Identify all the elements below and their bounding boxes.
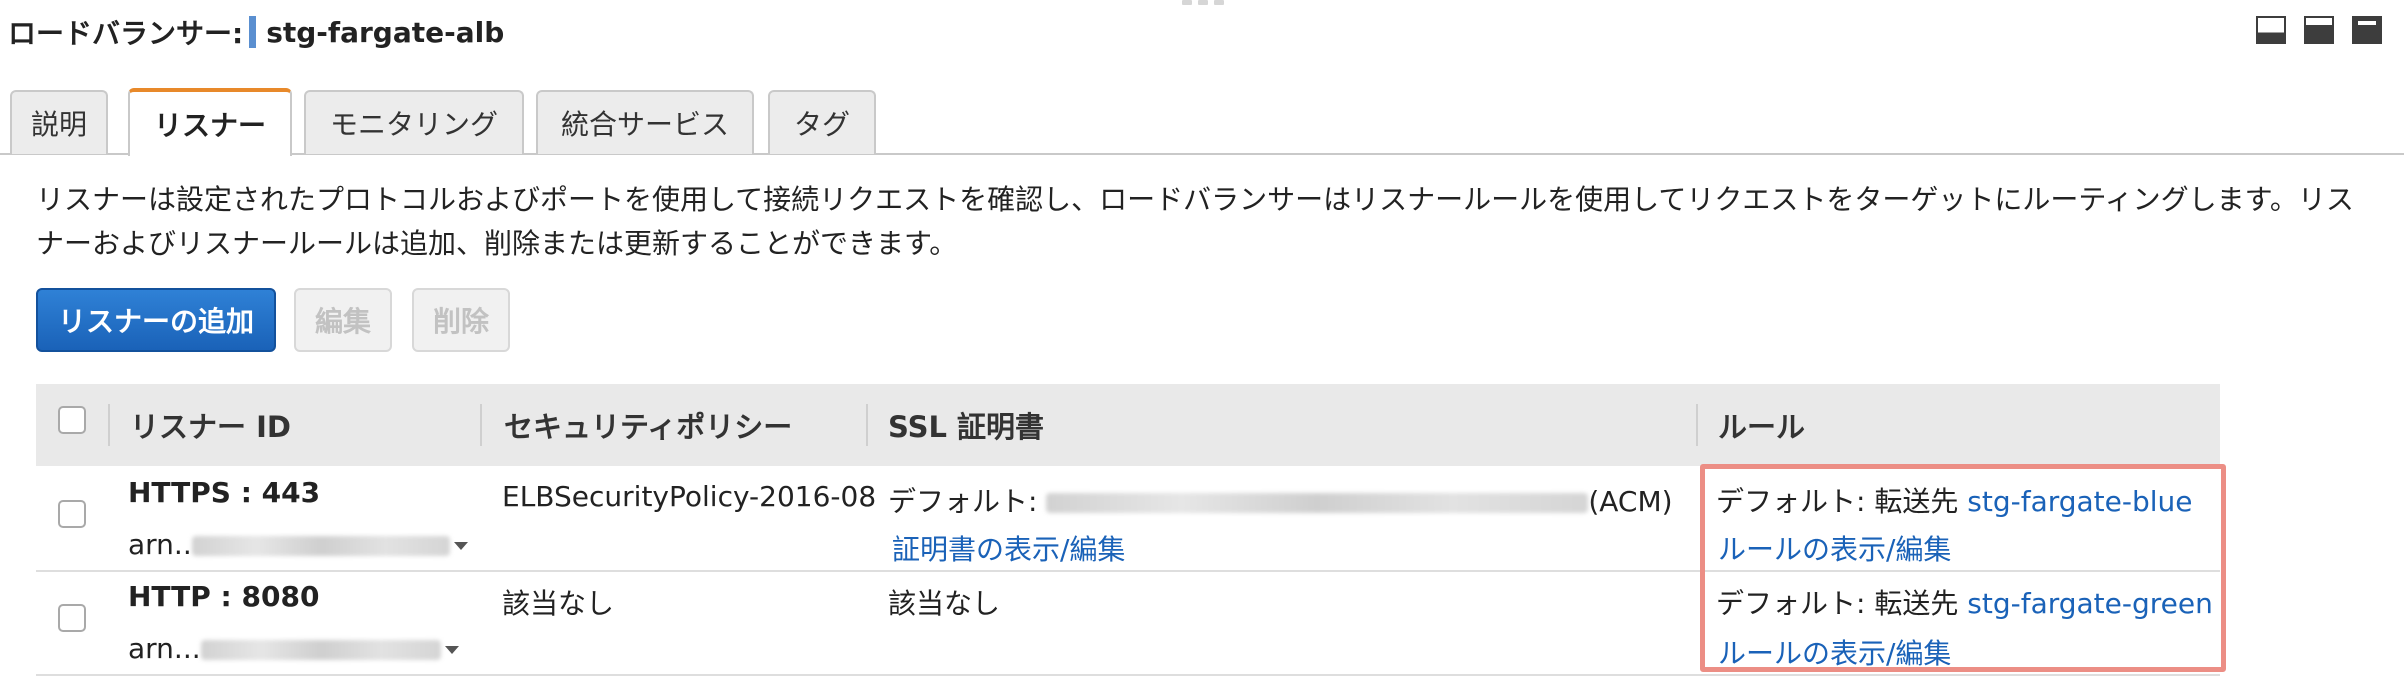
ssl-source: (ACM): [1588, 485, 1673, 518]
ssl-default-label: デフォルト:: [888, 485, 1038, 518]
tab-listeners[interactable]: リスナー: [128, 88, 292, 156]
column-separator: [866, 404, 868, 446]
rules-highlight-box: [1700, 464, 2226, 672]
tab-tags[interactable]: タグ: [768, 90, 876, 154]
load-balancer-name: stg-fargate-alb: [266, 15, 505, 49]
ssl-certificate: デフォルト: (ACM): [888, 480, 1673, 520]
row-checkbox[interactable]: [58, 604, 86, 632]
column-header-rules[interactable]: ルール: [1718, 384, 1805, 466]
security-policy: ELBSecurityPolicy-2016-08: [502, 480, 877, 513]
tab-integrated-services[interactable]: 統合サービス: [536, 90, 754, 154]
arn-prefix: arn..: [128, 528, 192, 561]
column-separator: [108, 404, 110, 446]
row-checkbox[interactable]: [58, 500, 86, 528]
column-header-listener-id[interactable]: リスナー ID: [130, 384, 291, 466]
listener-description: リスナーは設定されたプロトコルおよびポートを使用して接続リクエストを確認し、ロー…: [36, 183, 2354, 260]
column-header-ssl-certificate[interactable]: SSL 証明書: [888, 384, 1044, 466]
add-listener-button[interactable]: リスナーの追加: [36, 288, 276, 352]
ssl-certificate: 該当なし: [888, 587, 1001, 620]
arn-prefix: arn...: [128, 632, 201, 665]
name-color-bar: [249, 16, 257, 48]
listener-protocol-port: HTTP : 8080: [128, 580, 320, 613]
listener-arn: arn...: [128, 632, 459, 665]
listener-arn: arn..: [128, 528, 468, 561]
delete-button[interactable]: 削除: [412, 288, 510, 352]
panel-controls: [2256, 16, 2382, 44]
panel-resize-handle[interactable]: [1175, 0, 1231, 6]
arn-redacted: [200, 640, 441, 660]
column-separator: [1696, 404, 1698, 446]
column-header-security-policy[interactable]: セキュリティポリシー: [504, 384, 792, 466]
load-balancer-header: ロードバランサー: stg-fargate-alb: [8, 12, 504, 52]
table-header: [36, 384, 2220, 466]
chevron-down-icon[interactable]: [444, 646, 459, 654]
panel-maximize-icon[interactable]: [2352, 16, 2382, 44]
tab-description[interactable]: 説明: [10, 90, 108, 154]
panel-minimize-icon[interactable]: [2256, 16, 2286, 44]
arn-redacted: [191, 536, 450, 556]
chevron-down-icon[interactable]: [453, 542, 468, 550]
listener-protocol-port: HTTPS : 443: [128, 476, 321, 509]
certificate-id-redacted: [1046, 493, 1589, 513]
column-separator: [480, 404, 482, 446]
panel-half-icon[interactable]: [2304, 16, 2334, 44]
view-edit-certificate-link[interactable]: 証明書の表示/編集: [892, 528, 1125, 568]
tab-monitoring[interactable]: モニタリング: [304, 90, 524, 154]
security-policy: 該当なし: [502, 587, 615, 620]
edit-button[interactable]: 編集: [294, 288, 392, 352]
row-divider: [36, 674, 2220, 676]
select-all-checkbox[interactable]: [58, 406, 86, 434]
header-label: ロードバランサー:: [8, 17, 244, 50]
